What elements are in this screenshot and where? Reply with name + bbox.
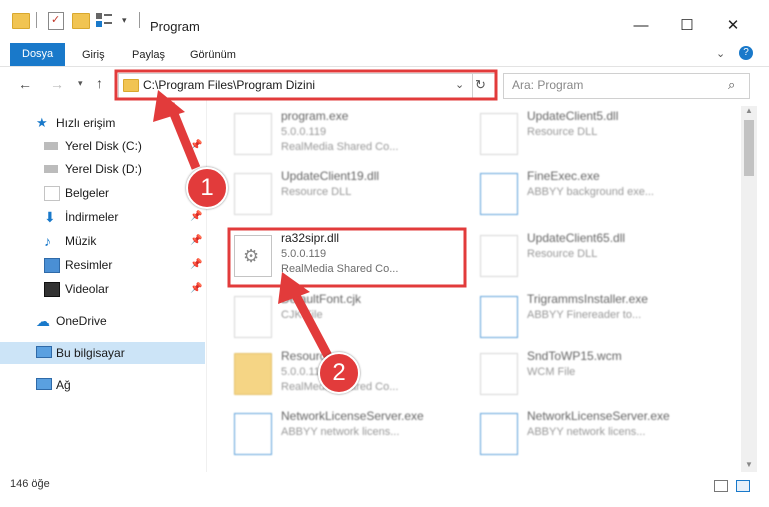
step-2-badge: 2 — [318, 352, 360, 394]
address-highlight-box — [114, 69, 498, 101]
step-1-badge: 1 — [186, 167, 228, 209]
annotation-overlay — [114, 69, 498, 359]
arrow-2-shaft — [289, 287, 332, 359]
file-highlight-box — [227, 227, 467, 288]
